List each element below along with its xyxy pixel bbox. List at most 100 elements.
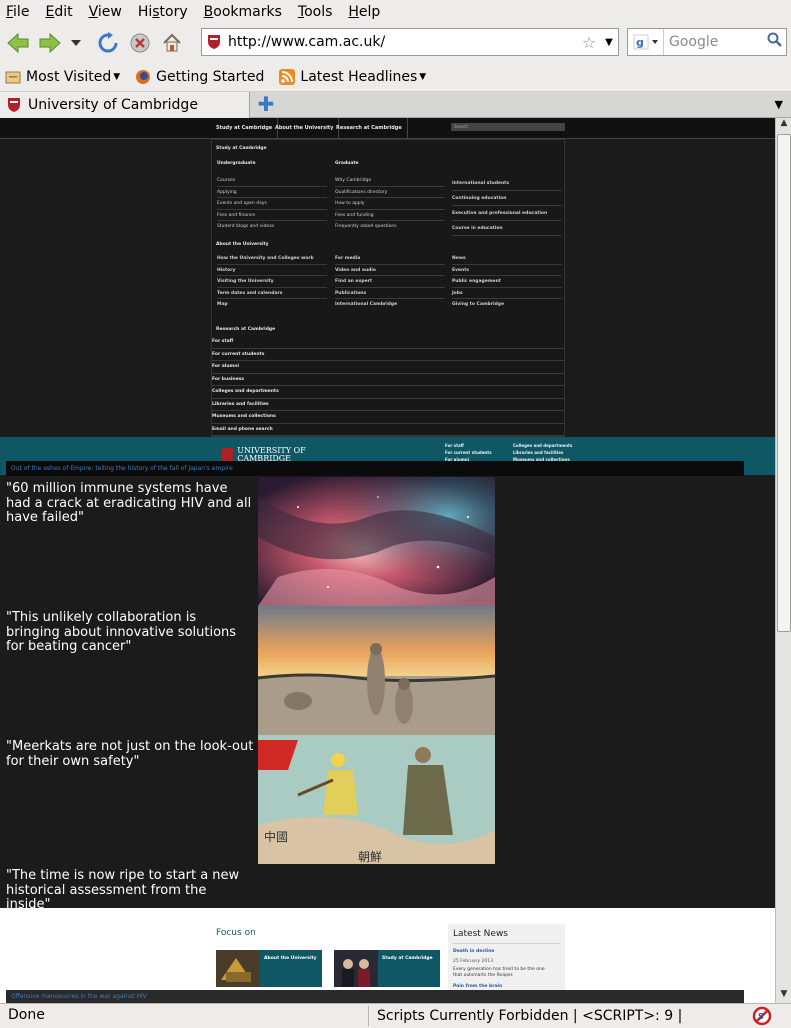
menu-link[interactable]: News — [452, 253, 562, 265]
menu-link[interactable]: Jobs — [452, 288, 562, 299]
menu-research-heading[interactable]: Research at Cambridge — [216, 327, 275, 332]
header-link[interactable]: For current students — [445, 450, 492, 455]
menu-link[interactable]: Public engagement — [452, 276, 562, 288]
home-button[interactable] — [158, 29, 186, 57]
audience-link[interactable]: Email and phone search — [211, 424, 565, 436]
scroll-down-icon[interactable]: ▼ — [777, 989, 791, 1003]
propaganda-poster-image[interactable]: 中國 朝鮮 — [258, 735, 495, 864]
menu-link[interactable]: Events and open days — [217, 198, 327, 210]
search-bar[interactable]: g Google — [627, 28, 787, 56]
tab-list-dropdown-icon[interactable]: ▼ — [775, 98, 783, 111]
menu-link[interactable]: History — [217, 265, 327, 276]
quote-text[interactable]: "Meerkats are not just on the look-out f… — [6, 739, 254, 769]
undergraduate-heading[interactable]: Undergraduate — [217, 161, 327, 166]
menu-link[interactable]: Continuing education — [452, 191, 562, 206]
audience-link[interactable]: Colleges and departments — [211, 386, 565, 399]
menu-link[interactable]: Courses — [217, 175, 327, 187]
menu-link[interactable]: Student blogs and videos — [217, 221, 327, 233]
bookmark-latest-headlines[interactable]: Latest Headlines ▼ — [278, 68, 426, 86]
menu-link[interactable]: Map — [217, 299, 327, 311]
bookmark-getting-started[interactable]: Getting Started — [134, 68, 264, 86]
menu-link[interactable]: Term dates and calendars — [217, 288, 327, 299]
menu-item-text: ookmarks — [213, 4, 282, 20]
site-favicon — [202, 30, 226, 54]
menu-link[interactable]: Frequently asked questions — [335, 221, 445, 233]
menu-link[interactable]: Fees and finance — [217, 210, 327, 221]
focus-card[interactable]: Study at Cambridge — [334, 950, 440, 987]
quote-text[interactable]: "The time is now ripe to start a new his… — [6, 868, 254, 913]
scrollbar-thumb[interactable] — [777, 134, 791, 632]
header-link[interactable]: Libraries and facilities — [513, 450, 563, 455]
audience-link[interactable]: Museums and collections — [211, 411, 565, 424]
forward-button[interactable] — [36, 29, 64, 57]
history-dropdown[interactable] — [68, 29, 84, 57]
bookmark-most-visited[interactable]: Most Visited ▼ — [4, 68, 120, 86]
topnav-research[interactable]: Research at Cambridge — [331, 118, 408, 139]
search-input[interactable]: Google — [664, 34, 764, 50]
menu-link[interactable]: Qualifications directory — [335, 187, 445, 198]
bookmark-star-icon[interactable]: ☆ — [578, 33, 600, 52]
menu-link[interactable]: For media — [335, 253, 445, 265]
quote-text[interactable]: "This unlikely collaboration is bringing… — [6, 610, 254, 655]
graduate-heading[interactable]: Graduate — [335, 161, 445, 166]
menu-link[interactable]: Publications — [335, 288, 445, 299]
noscript-status[interactable]: Scripts Currently Forbidden | <SCRIPT>: … — [368, 1006, 748, 1026]
news-headline[interactable]: Pain from the brain — [453, 984, 502, 989]
audience-link[interactable]: For current students — [211, 349, 565, 361]
menu-item[interactable]: File — [6, 4, 29, 20]
menu-link[interactable]: Course in education — [452, 221, 562, 236]
audience-link[interactable]: Libraries and facilities — [211, 399, 565, 411]
audience-link[interactable]: For staff — [211, 336, 565, 349]
menu-item[interactable]: Edit — [45, 4, 72, 20]
header-link[interactable]: Colleges and departments — [513, 443, 572, 448]
menu-item[interactable]: History — [138, 4, 188, 20]
headline-bar[interactable]: Out of the ashes of Empire: telling the … — [6, 461, 744, 476]
address-bar[interactable]: http://www.cam.ac.uk/ ☆ ▼ — [201, 28, 619, 56]
menu-link[interactable]: Events — [452, 265, 562, 276]
chevron-down-icon: ▼ — [419, 71, 427, 82]
url-text[interactable]: http://www.cam.ac.uk/ — [226, 34, 578, 50]
menu-link[interactable]: International students — [452, 176, 562, 191]
url-dropdown-icon[interactable]: ▼ — [600, 37, 618, 48]
header-link[interactable]: For staff — [445, 443, 464, 448]
site-search-input[interactable]: Search — [451, 123, 565, 131]
audience-link[interactable]: For alumni — [211, 361, 565, 374]
new-tab-button[interactable]: ✚ — [256, 94, 276, 115]
menu-link[interactable]: Fees and funding — [335, 210, 445, 221]
scroll-up-icon[interactable]: ▲ — [777, 118, 791, 132]
noscript-forbidden-icon[interactable]: S — [752, 1006, 772, 1026]
quote-text[interactable]: "60 million immune systems have had a cr… — [6, 481, 254, 526]
back-button[interactable] — [4, 29, 32, 57]
menu-item[interactable]: Tools — [298, 4, 333, 20]
menu-link[interactable]: Find an expert — [335, 276, 445, 288]
reload-button[interactable] — [94, 29, 122, 57]
meerkats-image[interactable] — [258, 606, 495, 735]
menu-link[interactable]: Applying — [217, 187, 327, 198]
topnav-about[interactable]: About the University — [270, 118, 340, 139]
audience-link[interactable]: For business — [211, 374, 565, 386]
menu-link[interactable]: Why Cambridge — [335, 175, 445, 187]
menu-link[interactable]: How to apply — [335, 198, 445, 210]
google-icon: g — [633, 34, 658, 50]
nebula-image[interactable] — [258, 477, 495, 606]
tab-university-of-cambridge[interactable]: University of Cambridge — [0, 92, 250, 118]
menu-item[interactable]: View — [89, 4, 122, 20]
menu-link[interactable]: Executive and professional education — [452, 206, 562, 221]
menu-link[interactable]: International Cambridge — [335, 299, 445, 311]
menu-about-heading[interactable]: About the University — [216, 242, 269, 247]
menu-link[interactable]: Giving to Cambridge — [452, 299, 562, 311]
menu-link[interactable]: Visiting the University — [217, 276, 327, 288]
menu-item[interactable]: Bookmarks — [204, 4, 282, 20]
search-icon[interactable] — [764, 32, 786, 52]
news-headline[interactable]: Death in decline — [453, 949, 494, 954]
topnav-study[interactable]: Study at Cambridge — [211, 118, 279, 139]
search-engine-selector[interactable]: g — [628, 29, 664, 55]
menu-link[interactable]: How the University and Colleges work — [217, 253, 327, 265]
focus-card[interactable]: About the University — [216, 950, 322, 987]
menu-study-heading[interactable]: Study at Cambridge — [216, 146, 267, 151]
menu-item[interactable]: Help — [348, 4, 380, 20]
headline-bar-bottom[interactable]: Offensive manoeuvres in the war against … — [6, 990, 744, 1003]
stop-button[interactable] — [126, 29, 154, 57]
menu-link[interactable]: Video and audio — [335, 265, 445, 276]
vertical-scrollbar[interactable]: ▲ ▼ — [775, 118, 791, 1003]
